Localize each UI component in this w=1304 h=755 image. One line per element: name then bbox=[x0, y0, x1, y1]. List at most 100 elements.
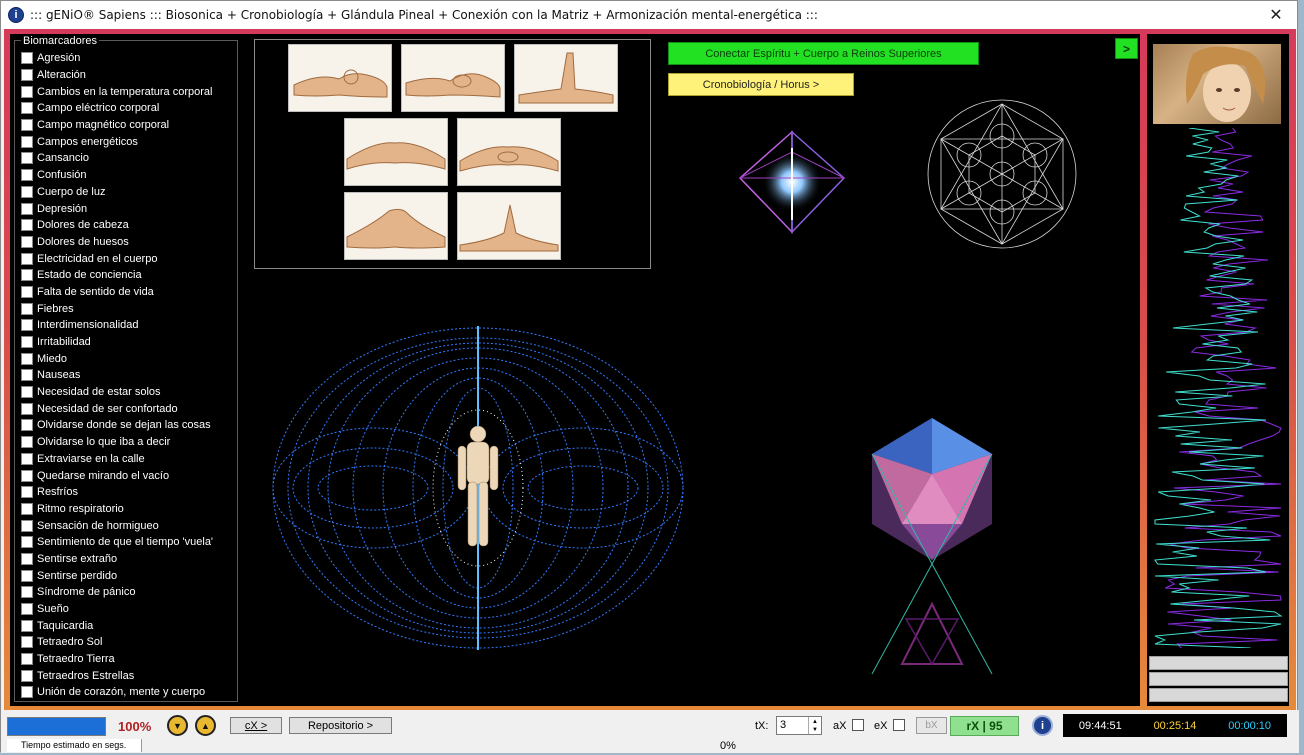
biomarker-item[interactable]: Irritabilidad bbox=[21, 334, 213, 351]
biomarker-checkbox[interactable] bbox=[21, 686, 33, 699]
biomarker-checkbox[interactable] bbox=[21, 219, 33, 232]
biomarker-item[interactable]: Tetraedro Tierra bbox=[21, 651, 213, 668]
biomarker-checkbox[interactable] bbox=[21, 302, 33, 315]
biomarker-checkbox[interactable] bbox=[21, 135, 33, 148]
biomarker-checkbox[interactable] bbox=[21, 502, 33, 515]
mudra-image[interactable] bbox=[288, 44, 392, 112]
mudra-image[interactable] bbox=[457, 192, 561, 260]
biomarker-item[interactable]: Tetraedros Estrellas bbox=[21, 667, 213, 684]
tx-spinner[interactable]: 3 ▲ ▼ bbox=[776, 716, 822, 735]
biomarker-checkbox[interactable] bbox=[21, 252, 33, 265]
biomarker-checkbox[interactable] bbox=[21, 619, 33, 632]
biomarker-item[interactable]: Extraviarse en la calle bbox=[21, 451, 213, 468]
biomarker-checkbox[interactable] bbox=[21, 519, 33, 532]
biomarker-item[interactable]: Síndrome de pánico bbox=[21, 584, 213, 601]
biomarker-item[interactable]: Resfríos bbox=[21, 484, 213, 501]
biomarker-checkbox[interactable] bbox=[21, 486, 33, 499]
biomarker-item[interactable]: Dolores de cabeza bbox=[21, 217, 213, 234]
biomarker-item[interactable]: Taquicardia bbox=[21, 617, 213, 634]
biomarker-checkbox[interactable] bbox=[21, 469, 33, 482]
biomarker-item[interactable]: Ritmo respiratorio bbox=[21, 501, 213, 518]
biomarker-checkbox[interactable] bbox=[21, 169, 33, 182]
biomarker-checkbox[interactable] bbox=[21, 552, 33, 565]
mudra-image[interactable] bbox=[344, 192, 448, 260]
biomarker-item[interactable]: Fiebres bbox=[21, 300, 213, 317]
biomarker-item[interactable]: Sentirse extraño bbox=[21, 551, 213, 568]
biomarker-item[interactable]: Necesidad de ser confortado bbox=[21, 400, 213, 417]
mudra-image[interactable] bbox=[514, 44, 618, 112]
volume-down-icon[interactable]: ▼ bbox=[167, 715, 188, 736]
biomarker-item[interactable]: Interdimensionalidad bbox=[21, 317, 213, 334]
biomarker-item[interactable]: Sentimiento de que el tiempo 'vuela' bbox=[21, 534, 213, 551]
biomarker-checkbox[interactable] bbox=[21, 285, 33, 298]
biomarker-checkbox[interactable] bbox=[21, 69, 33, 82]
biomarker-item[interactable]: Cansancio bbox=[21, 150, 213, 167]
biomarker-checkbox[interactable] bbox=[21, 669, 33, 682]
biomarker-checkbox[interactable] bbox=[21, 336, 33, 349]
next-arrow-button[interactable]: > bbox=[1115, 38, 1138, 59]
biomarker-item[interactable]: Confusión bbox=[21, 167, 213, 184]
biomarker-checkbox[interactable] bbox=[21, 52, 33, 65]
biomarker-checkbox[interactable] bbox=[21, 269, 33, 282]
biomarker-item[interactable]: Falta de sentido de vida bbox=[21, 284, 213, 301]
biomarker-item[interactable]: Cambios en la temperatura corporal bbox=[21, 83, 213, 100]
cx-button[interactable]: cX > bbox=[230, 717, 282, 734]
biomarker-checkbox[interactable] bbox=[21, 452, 33, 465]
biomarker-checkbox[interactable] bbox=[21, 152, 33, 165]
biomarker-item[interactable]: Cuerpo de luz bbox=[21, 184, 213, 201]
biomarker-item[interactable]: Sentirse perdido bbox=[21, 567, 213, 584]
biomarker-checkbox[interactable] bbox=[21, 536, 33, 549]
biomarker-item[interactable]: Electricidad en el cuerpo bbox=[21, 250, 213, 267]
mudra-image[interactable] bbox=[344, 118, 448, 186]
volume-up-icon[interactable]: ▲ bbox=[195, 715, 216, 736]
biomarker-checkbox[interactable] bbox=[21, 402, 33, 415]
biomarker-checkbox[interactable] bbox=[21, 202, 33, 215]
chronobiology-button[interactable]: Cronobiología / Horus > bbox=[668, 73, 854, 96]
biomarker-item[interactable]: Quedarse mirando el vacío bbox=[21, 467, 213, 484]
biomarker-item[interactable]: Sensación de hormigueo bbox=[21, 517, 213, 534]
biomarker-checkbox[interactable] bbox=[21, 603, 33, 616]
biomarker-item[interactable]: Tetraedro Sol bbox=[21, 634, 213, 651]
biomarker-checkbox[interactable] bbox=[21, 85, 33, 98]
info-icon[interactable]: i bbox=[1032, 715, 1053, 736]
ax-checkbox[interactable] bbox=[852, 719, 864, 731]
biomarker-item[interactable]: Olvidarse lo que iba a decir bbox=[21, 434, 213, 451]
biomarker-item[interactable]: Depresión bbox=[21, 200, 213, 217]
mudra-image[interactable] bbox=[401, 44, 505, 112]
biomarker-item[interactable]: Nauseas bbox=[21, 367, 213, 384]
spinner-arrows-icon[interactable]: ▲ ▼ bbox=[808, 717, 821, 734]
connect-spirit-button[interactable]: Conectar Espíritu + Cuerpo a Reinos Supe… bbox=[668, 42, 979, 65]
biomarker-item[interactable]: Estado de conciencia bbox=[21, 267, 213, 284]
biomarker-checkbox[interactable] bbox=[21, 636, 33, 649]
close-button[interactable]: ✕ bbox=[1261, 3, 1291, 27]
biomarker-checkbox[interactable] bbox=[21, 386, 33, 399]
repository-button[interactable]: Repositorio > bbox=[289, 717, 392, 734]
biomarker-checkbox[interactable] bbox=[21, 119, 33, 132]
biomarker-item[interactable]: Campos energéticos bbox=[21, 133, 213, 150]
biomarker-item[interactable]: Miedo bbox=[21, 350, 213, 367]
biomarker-checkbox[interactable] bbox=[21, 102, 33, 115]
ex-checkbox[interactable] bbox=[893, 719, 905, 731]
biomarker-checkbox[interactable] bbox=[21, 436, 33, 449]
biomarker-checkbox[interactable] bbox=[21, 586, 33, 599]
biomarker-checkbox[interactable] bbox=[21, 369, 33, 382]
biomarker-item[interactable]: Necesidad de estar solos bbox=[21, 384, 213, 401]
biomarker-item[interactable]: Sueño bbox=[21, 601, 213, 618]
biomarker-item[interactable]: Dolores de huesos bbox=[21, 234, 213, 251]
biomarker-checkbox[interactable] bbox=[21, 653, 33, 666]
biomarker-checkbox[interactable] bbox=[21, 319, 33, 332]
biomarker-checkbox[interactable] bbox=[21, 352, 33, 365]
mudra-image[interactable] bbox=[457, 118, 561, 186]
bx-button[interactable]: bX bbox=[916, 717, 947, 734]
biomarker-checkbox[interactable] bbox=[21, 419, 33, 432]
app-info-icon[interactable]: i bbox=[8, 7, 24, 23]
biomarker-checkbox[interactable] bbox=[21, 185, 33, 198]
biomarker-item[interactable]: Unión de corazón, mente y cuerpo bbox=[21, 684, 213, 701]
biomarker-item[interactable]: Agresión bbox=[21, 50, 213, 67]
biomarker-item[interactable]: Campo magnético corporal bbox=[21, 117, 213, 134]
biomarker-checkbox[interactable] bbox=[21, 235, 33, 248]
biomarker-item[interactable]: Olvidarse donde se dejan las cosas bbox=[21, 417, 213, 434]
biomarker-checkbox[interactable] bbox=[21, 569, 33, 582]
biomarker-item[interactable]: Campo eléctrico corporal bbox=[21, 100, 213, 117]
biomarker-item[interactable]: Alteración bbox=[21, 67, 213, 84]
